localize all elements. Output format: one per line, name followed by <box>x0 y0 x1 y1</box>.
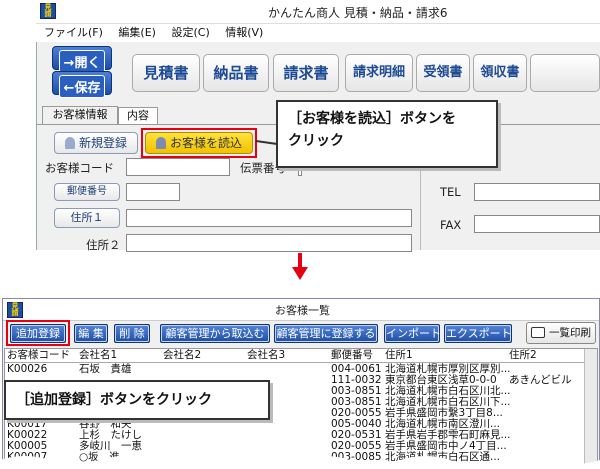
col-customer-code[interactable]: お客様コード <box>7 349 70 362</box>
tel-label: TEL <box>440 185 461 199</box>
load-customer-label: お客様を読込 <box>169 136 242 150</box>
open-button[interactable]: →開く <box>52 46 112 73</box>
new-register-label: 新規登録 <box>78 136 127 150</box>
fax-field[interactable] <box>474 215 600 233</box>
estimate-button[interactable]: 見積書 <box>132 54 200 92</box>
col-company3[interactable]: 会社名3 <box>247 349 285 362</box>
export-button[interactable]: エクスポート <box>444 324 512 343</box>
delivery-note-button[interactable]: 納品書 <box>203 54 269 92</box>
col-company2[interactable]: 会社名2 <box>163 349 201 362</box>
postal-code-field[interactable] <box>126 183 180 201</box>
col-zip[interactable]: 郵便番号 <box>331 349 373 362</box>
person-icon <box>155 137 166 149</box>
list-title-bar: 見請 お客様一覧 <box>3 299 599 321</box>
invoice-button[interactable]: 請求書 <box>273 54 339 92</box>
callout-top-line1: ［お客様を読込］ボタンを <box>288 111 456 127</box>
col-address2[interactable]: 住所2 <box>509 349 537 362</box>
print-list-button[interactable]: 一覧印刷 <box>526 322 596 344</box>
tab-customer-info[interactable]: お客様情報 <box>42 106 118 124</box>
postal-code-button[interactable]: 郵便番号 <box>54 183 120 201</box>
title-bar: 見請 かんたん商人 見積・納品・請求6 <box>36 0 600 24</box>
add-register-button[interactable]: 追加登録 <box>10 324 66 343</box>
print-list-label: 一覧印刷 <box>549 327 591 339</box>
tab-content[interactable]: 内容 <box>118 107 158 124</box>
receipt-slip-button[interactable]: 受領書 <box>416 54 470 92</box>
address1-button[interactable]: 住所１ <box>54 208 120 228</box>
import-from-crm-button[interactable]: 顧客管理から取込む <box>160 324 270 343</box>
new-register-button[interactable]: 新規登録 <box>54 132 138 154</box>
save-button[interactable]: ←保存 <box>52 71 112 98</box>
menu-info[interactable]: 情報(V) <box>225 26 263 39</box>
callout-top-line2: クリック <box>288 133 344 149</box>
app-icon: 見請 <box>40 3 56 19</box>
callout-top: ［お客様を読込］ボタンを クリック <box>276 100 498 168</box>
col-address1[interactable]: 住所1 <box>385 349 413 362</box>
list-window-title: お客様一覧 <box>275 304 330 317</box>
invoice-detail-button[interactable]: 請求明細 <box>345 54 413 92</box>
receipt-button[interactable]: 領収書 <box>473 54 527 92</box>
more-doc-button[interactable] <box>530 54 600 92</box>
down-arrow-icon <box>292 253 308 280</box>
printer-icon <box>531 327 545 338</box>
vertical-scrollbar[interactable] <box>584 349 597 468</box>
menu-bar: ファイル(F) 編集(E) 設定(C) 情報(V) <box>36 24 600 42</box>
window-title: かんたん商人 見積・納品・請求6 <box>268 6 448 20</box>
menu-edit[interactable]: 編集(E) <box>118 26 156 39</box>
address1-field[interactable] <box>126 209 412 227</box>
person-icon <box>64 137 75 149</box>
register-to-crm-button[interactable]: 顧客管理に登録する <box>274 324 378 343</box>
tel-field[interactable] <box>474 183 600 201</box>
field-group-divider <box>420 170 421 250</box>
torn-edge <box>0 456 600 469</box>
address2-label: 住所２ <box>86 238 121 252</box>
load-customer-button[interactable]: お客様を読込 <box>145 132 253 154</box>
import-button[interactable]: インポート <box>384 324 441 343</box>
edit-button[interactable]: 編 集 <box>74 324 108 343</box>
app-icon: 見請 <box>7 302 23 318</box>
callout-bottom: ［追加登録］ボタンをクリック <box>4 380 270 420</box>
fax-label: FAX <box>440 218 462 232</box>
customer-code-field[interactable] <box>126 158 230 176</box>
address2-field[interactable] <box>126 234 412 252</box>
table-header: お客様コード 会社名1 会社名2 会社名3 郵便番号 住所1 住所2 <box>5 349 584 363</box>
menu-settings[interactable]: 設定(C) <box>171 26 209 39</box>
delete-button[interactable]: 削 除 <box>114 324 150 343</box>
col-company1[interactable]: 会社名1 <box>79 349 117 362</box>
customer-code-label: お客様コード <box>45 161 114 175</box>
menu-file[interactable]: ファイル(F) <box>44 26 103 39</box>
